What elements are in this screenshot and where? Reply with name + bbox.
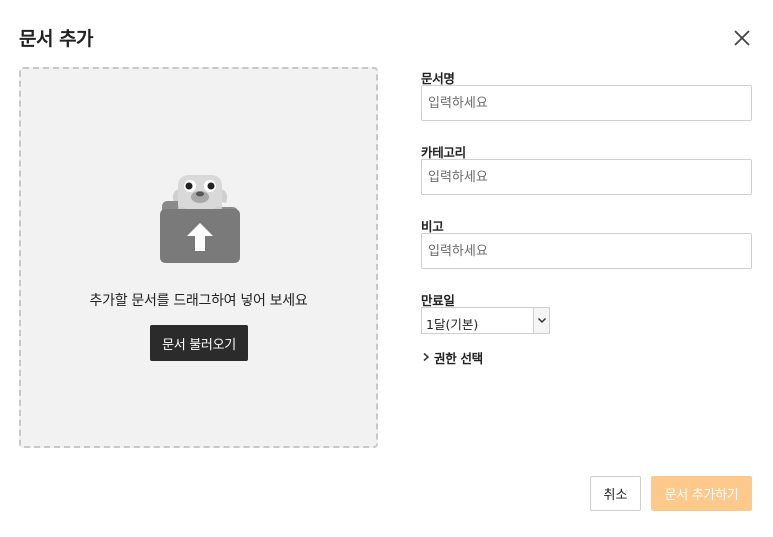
close-button[interactable]: [731, 27, 753, 49]
close-icon: [734, 30, 750, 46]
document-name-input[interactable]: [421, 85, 752, 121]
note-input[interactable]: [421, 233, 752, 269]
expiry-selected-value: 1달(기본): [426, 317, 479, 332]
category-input[interactable]: [421, 159, 752, 195]
load-document-button[interactable]: 문서 불러오기: [150, 325, 248, 361]
select-arrow[interactable]: [533, 308, 549, 333]
cancel-button[interactable]: 취소: [590, 476, 641, 511]
permission-toggle[interactable]: 권한 선택: [421, 348, 483, 366]
file-dropzone[interactable]: 추가할 문서를 드래그하여 넣어 보세요 문서 불러오기: [19, 67, 378, 448]
folder-upload-mascot-icon: [160, 175, 240, 263]
dialog-title: 문서 추가: [19, 28, 94, 50]
dropzone-instruction: 추가할 문서를 드래그하여 넣어 보세요: [89, 293, 308, 309]
chevron-right-icon: [423, 352, 430, 362]
chevron-down-icon: [537, 317, 547, 324]
permission-toggle-label: 권한 선택: [434, 350, 483, 366]
add-document-dialog: 문서 추가 추가할 문서를 드래그하여 넣어 보세요 문서 불러오기 문서명 입…: [0, 0, 773, 537]
expiry-select[interactable]: 1달(기본): [421, 307, 550, 334]
add-document-button[interactable]: 문서 추가하기: [651, 476, 752, 511]
